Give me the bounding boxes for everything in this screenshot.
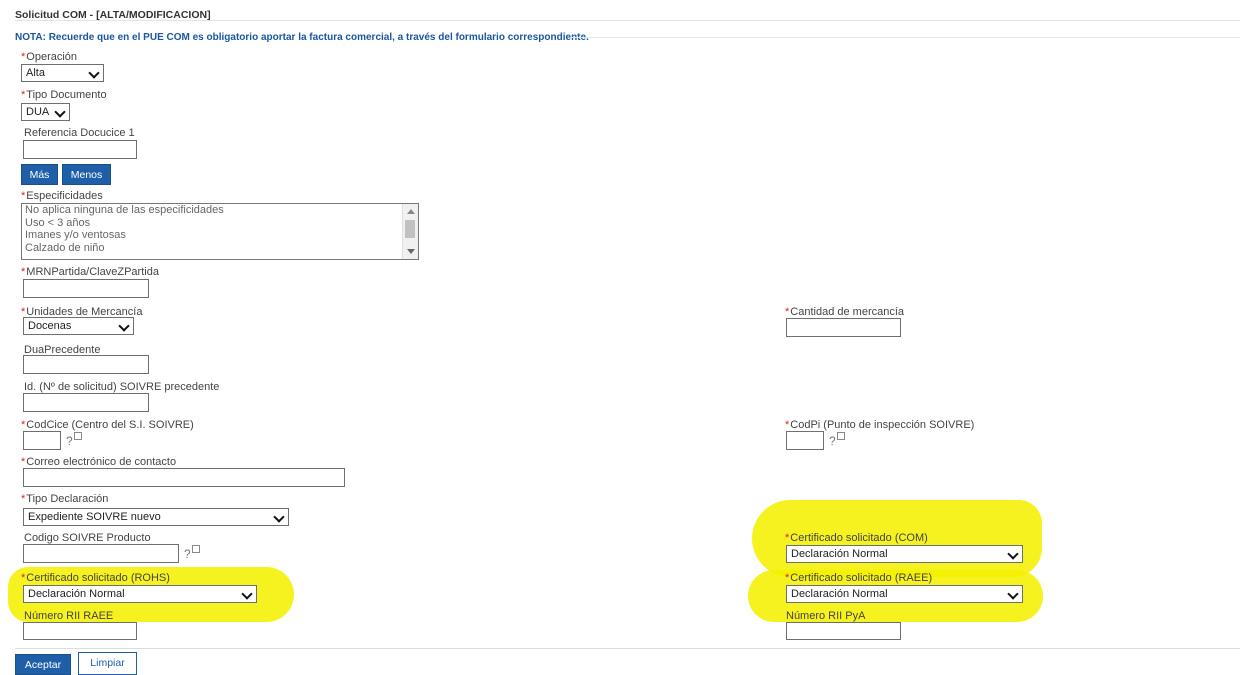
codigo-soivre-help-icon[interactable]: ? bbox=[184, 545, 200, 561]
footer-divider bbox=[15, 648, 1240, 649]
codpi-label: *CodPi (Punto de inspección SOIVRE) bbox=[785, 419, 975, 431]
tipo-declaracion-label: *Tipo Declaración bbox=[21, 493, 109, 505]
cert-rohs-label: *Certificado solicitado (ROHS) bbox=[21, 572, 170, 584]
cert-com-select[interactable]: Declaración Normal bbox=[786, 545, 1023, 563]
tipo-documento-select[interactable]: DUA bbox=[21, 103, 70, 121]
external-link-icon bbox=[73, 432, 82, 440]
list-item[interactable]: Calzado de niño bbox=[22, 242, 418, 255]
limpiar-button[interactable]: Limpiar bbox=[78, 652, 137, 675]
correo-label: *Correo electrónico de contacto bbox=[21, 456, 177, 468]
referencia-label: Referencia Docucice 1 bbox=[24, 127, 135, 139]
dua-precedente-input[interactable] bbox=[23, 355, 149, 374]
scroll-up-icon[interactable] bbox=[407, 209, 415, 214]
codpi-input[interactable] bbox=[786, 431, 824, 450]
tipo-declaracion-select[interactable]: Expediente SOIVRE nuevo bbox=[23, 508, 289, 526]
tipo-documento-label: *Tipo Documento bbox=[21, 89, 107, 101]
codcice-input[interactable] bbox=[23, 431, 61, 450]
list-item[interactable]: No aplica ninguna de las especificidades bbox=[22, 204, 418, 217]
chevron-down-icon bbox=[241, 588, 253, 600]
chevron-down-icon bbox=[88, 67, 100, 79]
cert-rohs-select[interactable]: Declaración Normal bbox=[23, 585, 257, 603]
note-divider bbox=[570, 37, 1240, 38]
especificidades-listbox[interactable]: No aplica ninguna de las especificidades… bbox=[21, 203, 419, 260]
mrn-label: *MRNPartida/ClaveZPartida bbox=[21, 266, 159, 278]
title-divider bbox=[15, 20, 1240, 21]
menos-button[interactable]: Menos bbox=[62, 164, 111, 185]
cert-com-label: *Certificado solicitado (COM) bbox=[785, 532, 928, 544]
numero-rii-pya-input[interactable] bbox=[786, 622, 901, 640]
external-link-icon bbox=[191, 545, 200, 553]
codcice-help-icon[interactable]: ? bbox=[66, 432, 82, 448]
codigo-soivre-input[interactable] bbox=[23, 544, 179, 563]
scroll-thumb[interactable] bbox=[405, 220, 415, 238]
external-link-icon bbox=[836, 432, 845, 440]
operacion-label: *Operación bbox=[21, 51, 78, 63]
listbox-scrollbar[interactable] bbox=[402, 204, 418, 259]
list-item[interactable]: Imanes y/o ventosas bbox=[22, 229, 418, 242]
numero-rii-raee-input[interactable] bbox=[23, 622, 137, 640]
codpi-help-icon[interactable]: ? bbox=[829, 432, 845, 448]
id-soivre-label: Id. (Nº de solicitud) SOIVRE precedente bbox=[24, 381, 220, 393]
aceptar-button[interactable]: Aceptar bbox=[15, 654, 71, 675]
cert-raee-select[interactable]: Declaración Normal bbox=[786, 585, 1023, 603]
especificidades-label: *Especificidades bbox=[21, 190, 103, 202]
chevron-down-icon bbox=[1007, 548, 1019, 560]
chevron-down-icon bbox=[1007, 588, 1019, 600]
numero-rii-pya-label: Número RII PyA bbox=[786, 610, 866, 622]
correo-input[interactable] bbox=[23, 468, 345, 487]
id-soivre-input[interactable] bbox=[23, 393, 149, 412]
required-invoice-note: NOTA: Recuerde que en el PUE COM es obli… bbox=[15, 32, 589, 43]
scroll-down-icon[interactable] bbox=[407, 249, 415, 254]
cert-raee-label: *Certificado solicitado (RAEE) bbox=[785, 572, 933, 584]
chevron-down-icon bbox=[54, 106, 66, 118]
numero-rii-raee-label: Número RII RAEE bbox=[24, 610, 114, 622]
codigo-soivre-label: Codigo SOIVRE Producto bbox=[24, 532, 151, 544]
referencia-input[interactable] bbox=[23, 140, 137, 159]
cantidad-label: *Cantidad de mercancía bbox=[785, 306, 905, 318]
codcice-label: *CodCice (Centro del S.I. SOIVRE) bbox=[21, 419, 194, 431]
chevron-down-icon bbox=[118, 320, 130, 332]
list-item[interactable]: Uso < 3 años bbox=[22, 217, 418, 230]
cantidad-input[interactable] bbox=[786, 318, 901, 337]
mrn-input[interactable] bbox=[23, 279, 149, 298]
unidades-select[interactable]: Docenas bbox=[23, 317, 134, 335]
operacion-select[interactable]: Alta bbox=[21, 64, 104, 82]
chevron-down-icon bbox=[273, 511, 285, 523]
mas-button[interactable]: Más bbox=[21, 164, 58, 185]
